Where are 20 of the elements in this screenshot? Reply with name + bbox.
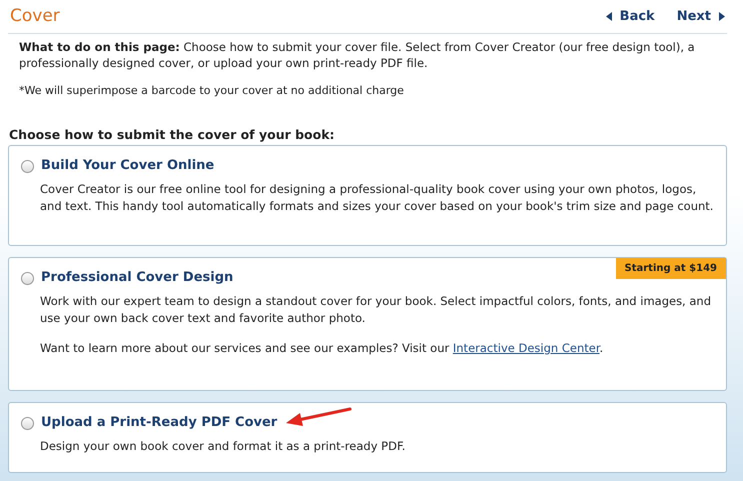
option-description: Cover Creator is our free online tool for designing a professional-quality book cover using your own photos, logos, and text. This handy tool automatically formats and sizes your cover based on your book's trim size and page count. [40, 180, 714, 215]
intro-text: What to do on this page: Choose how to submit your cover file. Select from Cover Creator (our free design tool), a professionally designed cover, or upload your own print-ready PDF file. [19, 39, 696, 71]
barcode-note: *We will superimpose a barcode to your cover at no additional charge [19, 83, 405, 99]
back-link[interactable]: Back [606, 6, 655, 26]
right-triangle-icon [719, 12, 725, 21]
radio-button[interactable] [21, 160, 34, 172]
design-center-link[interactable]: Interactive Design Center [452, 340, 600, 355]
left-triangle-icon [606, 12, 612, 21]
price-badge: Starting at $149 [616, 258, 726, 280]
radio-button[interactable] [21, 416, 34, 430]
option-title[interactable]: Professional Cover Design [41, 268, 234, 288]
option-description: Design your own book cover and format it as a print-ready PDF. [40, 438, 406, 455]
next-link[interactable]: Next [676, 6, 725, 26]
option-title[interactable]: Upload a Print-Ready PDF Cover [41, 413, 278, 433]
section-title: Choose how to submit the cover of your book: [8, 126, 336, 144]
radio-button[interactable] [21, 272, 34, 284]
page-title: Cover [10, 4, 60, 28]
option-title[interactable]: Build Your Cover Online [41, 156, 214, 176]
option-description: Want to learn more about our services and see our examples? Visit our Interactive Design Center. [40, 340, 604, 357]
option-description: Work with our expert team to design a standout cover for your book. Select impactful colors, fonts, and images, and use your own back cover text and favorite author photo. [40, 292, 712, 327]
